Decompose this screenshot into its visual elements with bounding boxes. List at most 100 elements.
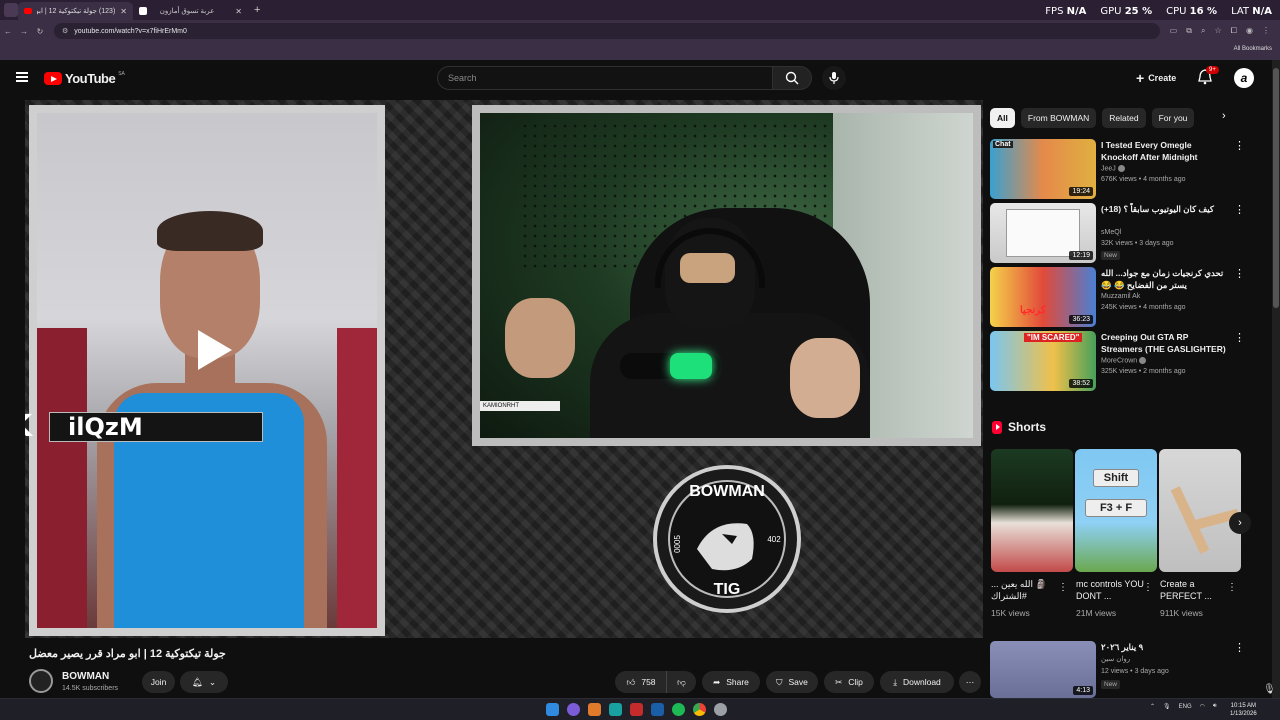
- start-icon[interactable]: [546, 703, 559, 716]
- close-tab-icon[interactable]: ✕: [120, 7, 127, 16]
- chevron-right-icon[interactable]: ›: [1222, 110, 1226, 122]
- scissors-icon: ✂: [835, 676, 843, 687]
- create-button[interactable]: + Create: [1130, 68, 1182, 88]
- recommended-video[interactable]: Chat 19:24 I Tested Every Omegle Knockof…: [990, 139, 1250, 199]
- dislike-button[interactable]: 👎︎: [666, 671, 696, 693]
- join-button[interactable]: Join: [142, 671, 175, 693]
- steam-icon[interactable]: [651, 703, 664, 716]
- profile-icon[interactable]: ◉: [1246, 26, 1253, 36]
- more-actions-button[interactable]: ⋯: [959, 671, 981, 693]
- spotify-icon[interactable]: [672, 703, 685, 716]
- chip-for-you[interactable]: For you: [1151, 108, 1195, 128]
- recommended-video[interactable]: 4:13 ٩ يناير ٢٠٢٦ روان سين 12 views • 3 …: [990, 641, 1250, 698]
- tab-youtube[interactable]: (123) جولة تيكتوكية 12 | ابو... ✕: [18, 2, 133, 20]
- url-field[interactable]: ⚙ youtube.com/watch?v=x7fiHrErMm0: [54, 23, 1160, 39]
- more-vertical-icon[interactable]: ⋮: [1234, 641, 1245, 654]
- more-vertical-icon[interactable]: ⋮: [1227, 582, 1237, 593]
- search-input[interactable]: Search: [437, 66, 773, 90]
- url-text: youtube.com/watch?v=x7fiHrErMm0: [74, 27, 187, 35]
- notifications-button[interactable]: 9+: [1198, 66, 1219, 87]
- plus-icon: +: [1136, 70, 1145, 86]
- more-vertical-icon[interactable]: ⋮: [1143, 582, 1153, 593]
- short-thumbnail[interactable]: [991, 449, 1073, 572]
- video-meta: 676K views • 4 months ago: [1101, 176, 1186, 183]
- video-meta: 245K views • 4 months ago: [1101, 304, 1186, 311]
- video-player[interactable]: K ilQzM KAMIONRHT: [25, 100, 983, 638]
- address-bar: ← → ↻ ⚙ youtube.com/watch?v=x7fiHrErMm0 …: [0, 20, 1280, 42]
- recommended-video[interactable]: كرنجيا 36:23 تحدي كرنجيات زمان مع جواد..…: [990, 267, 1250, 327]
- save-button[interactable]: ⛉ Save: [766, 671, 818, 693]
- clip-button[interactable]: ✂ Clip: [824, 671, 874, 693]
- scrollbar-thumb[interactable]: [1273, 68, 1279, 308]
- menu-icon[interactable]: ⋮: [1262, 26, 1270, 36]
- tray-mic-icon[interactable]: 🎙︎: [1163, 703, 1171, 710]
- svg-text:BOWMAN: BOWMAN: [689, 483, 765, 500]
- site-info-icon[interactable]: ⚙: [62, 27, 68, 35]
- account-avatar[interactable]: a: [1234, 68, 1254, 88]
- fps-readout: FPS N/A: [1045, 6, 1087, 17]
- chevron-right-icon[interactable]: ›: [1229, 512, 1251, 534]
- reload-icon[interactable]: ↻: [32, 27, 48, 36]
- channel-name: JeeJ: [1101, 165, 1125, 172]
- more-vertical-icon[interactable]: ⋮: [1234, 267, 1245, 280]
- zoom-icon[interactable]: ⌕: [1201, 26, 1205, 36]
- new-tab-icon[interactable]: +: [254, 4, 260, 16]
- recommended-video[interactable]: "IM SCARED" 38:52 Creeping Out GTA RP St…: [990, 331, 1250, 391]
- wifi-icon[interactable]: ◠: [1200, 703, 1205, 710]
- streamer-camera: KAMIONRHT: [480, 113, 973, 438]
- tab-amazon[interactable]: عربة تسوق أمازون ✕: [133, 2, 248, 20]
- thumbs-up-icon: 👍︎: [626, 676, 636, 687]
- amazon-favicon-icon: [139, 7, 147, 15]
- short-thumbnail[interactable]: [1159, 449, 1241, 572]
- recommended-video[interactable]: 12:19 كيف كان اليوتيوب سابقاً ؟ (18+) sM…: [990, 203, 1250, 263]
- taskbar-clock[interactable]: 10:15 AM 1/13/2026: [1230, 702, 1257, 718]
- share-button[interactable]: ➦ Share: [702, 671, 760, 693]
- short-views: 911K views: [1160, 608, 1203, 618]
- tab-actions-icon[interactable]: [4, 3, 18, 17]
- lat-readout: LAT N/A: [1231, 6, 1272, 17]
- extensions-icon[interactable]: ⧠: [1231, 26, 1237, 36]
- language-indicator[interactable]: ENG: [1179, 704, 1192, 710]
- translate-icon[interactable]: ⧉: [1186, 26, 1192, 36]
- more-vertical-icon[interactable]: ⋮: [1234, 139, 1245, 152]
- youtube-play-logo-icon: [44, 72, 62, 85]
- play-icon[interactable]: [194, 328, 234, 372]
- search-button[interactable]: [772, 66, 812, 90]
- more-vertical-icon[interactable]: ⋮: [1058, 582, 1068, 593]
- app-icon[interactable]: [630, 703, 643, 716]
- channel-avatar[interactable]: [29, 669, 53, 693]
- shorts-label: Shorts: [1008, 420, 1047, 434]
- volume-icon[interactable]: 🔊︎: [1213, 703, 1217, 710]
- more-vertical-icon[interactable]: ⋮: [1234, 331, 1245, 344]
- chip-all[interactable]: All: [990, 108, 1015, 128]
- video-duration: 12:19: [1069, 251, 1093, 260]
- app-icon[interactable]: [588, 703, 601, 716]
- close-tab-icon[interactable]: ✕: [235, 7, 242, 16]
- cast-icon[interactable]: ▭: [1170, 26, 1178, 36]
- chrome-icon[interactable]: [693, 703, 706, 716]
- video-meta: 325K views • 2 months ago: [1101, 368, 1186, 375]
- short-thumbnail[interactable]: Shift F3 + F: [1075, 449, 1157, 572]
- youtube-logo[interactable]: YouTube SA: [44, 71, 125, 86]
- chip-related[interactable]: Related: [1102, 108, 1146, 128]
- discord-icon[interactable]: [567, 703, 580, 716]
- verified-icon: [1117, 165, 1125, 172]
- edge-icon[interactable]: [609, 703, 622, 716]
- download-button[interactable]: ⤓ Download: [880, 671, 954, 693]
- tray-chevron-icon[interactable]: ⌃: [1150, 703, 1155, 710]
- voice-search-button[interactable]: [822, 66, 846, 90]
- floating-mic-icon[interactable]: 🎙︎: [1263, 684, 1276, 695]
- hamburger-menu-icon[interactable]: [16, 72, 28, 82]
- channel-name[interactable]: BOWMAN: [62, 671, 109, 682]
- bookmark-star-icon[interactable]: ☆: [1214, 26, 1221, 36]
- settings-icon[interactable]: [714, 703, 727, 716]
- chip-from-channel[interactable]: From BOWMAN: [1020, 108, 1097, 128]
- all-bookmarks[interactable]: All Bookmarks: [1234, 46, 1272, 52]
- logo-wordmark: YouTube: [65, 71, 116, 86]
- more-vertical-icon[interactable]: ⋮: [1234, 203, 1245, 216]
- notification-count-badge: 9+: [1206, 66, 1219, 74]
- like-button[interactable]: 👍︎ 758: [615, 671, 667, 693]
- forward-icon[interactable]: →: [16, 27, 32, 36]
- back-icon[interactable]: ←: [0, 27, 16, 36]
- subscription-bell-button[interactable]: 🔔︎ ⌄: [180, 671, 228, 693]
